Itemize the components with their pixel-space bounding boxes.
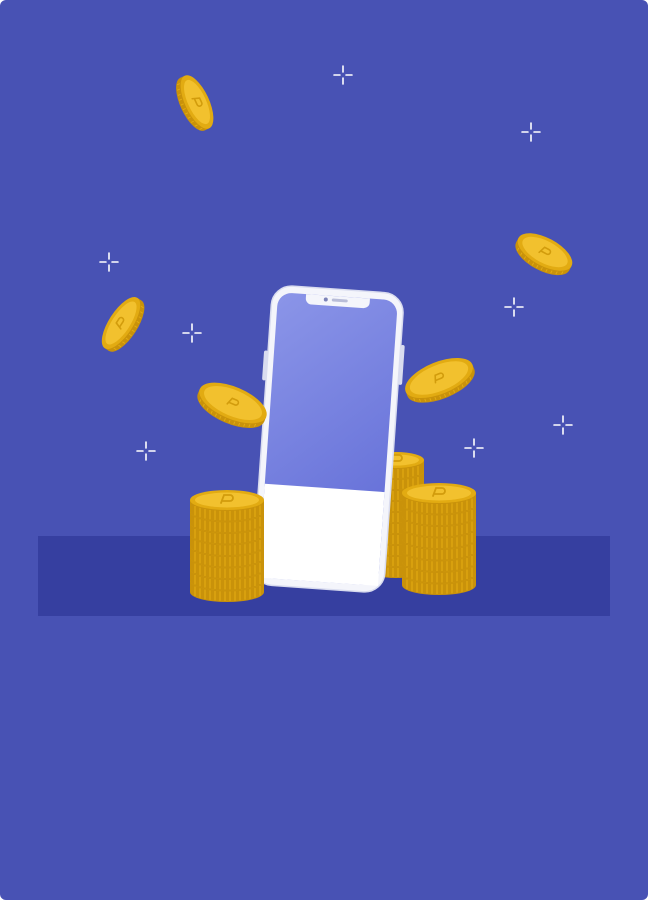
money-phone-illustration (0, 0, 648, 900)
coin-icon (402, 483, 477, 515)
smartphone-icon (252, 285, 405, 593)
illustration-card (0, 0, 648, 900)
coin-stack-right (402, 483, 477, 595)
coin-icon (190, 490, 264, 522)
coin-stack-left (190, 490, 264, 602)
